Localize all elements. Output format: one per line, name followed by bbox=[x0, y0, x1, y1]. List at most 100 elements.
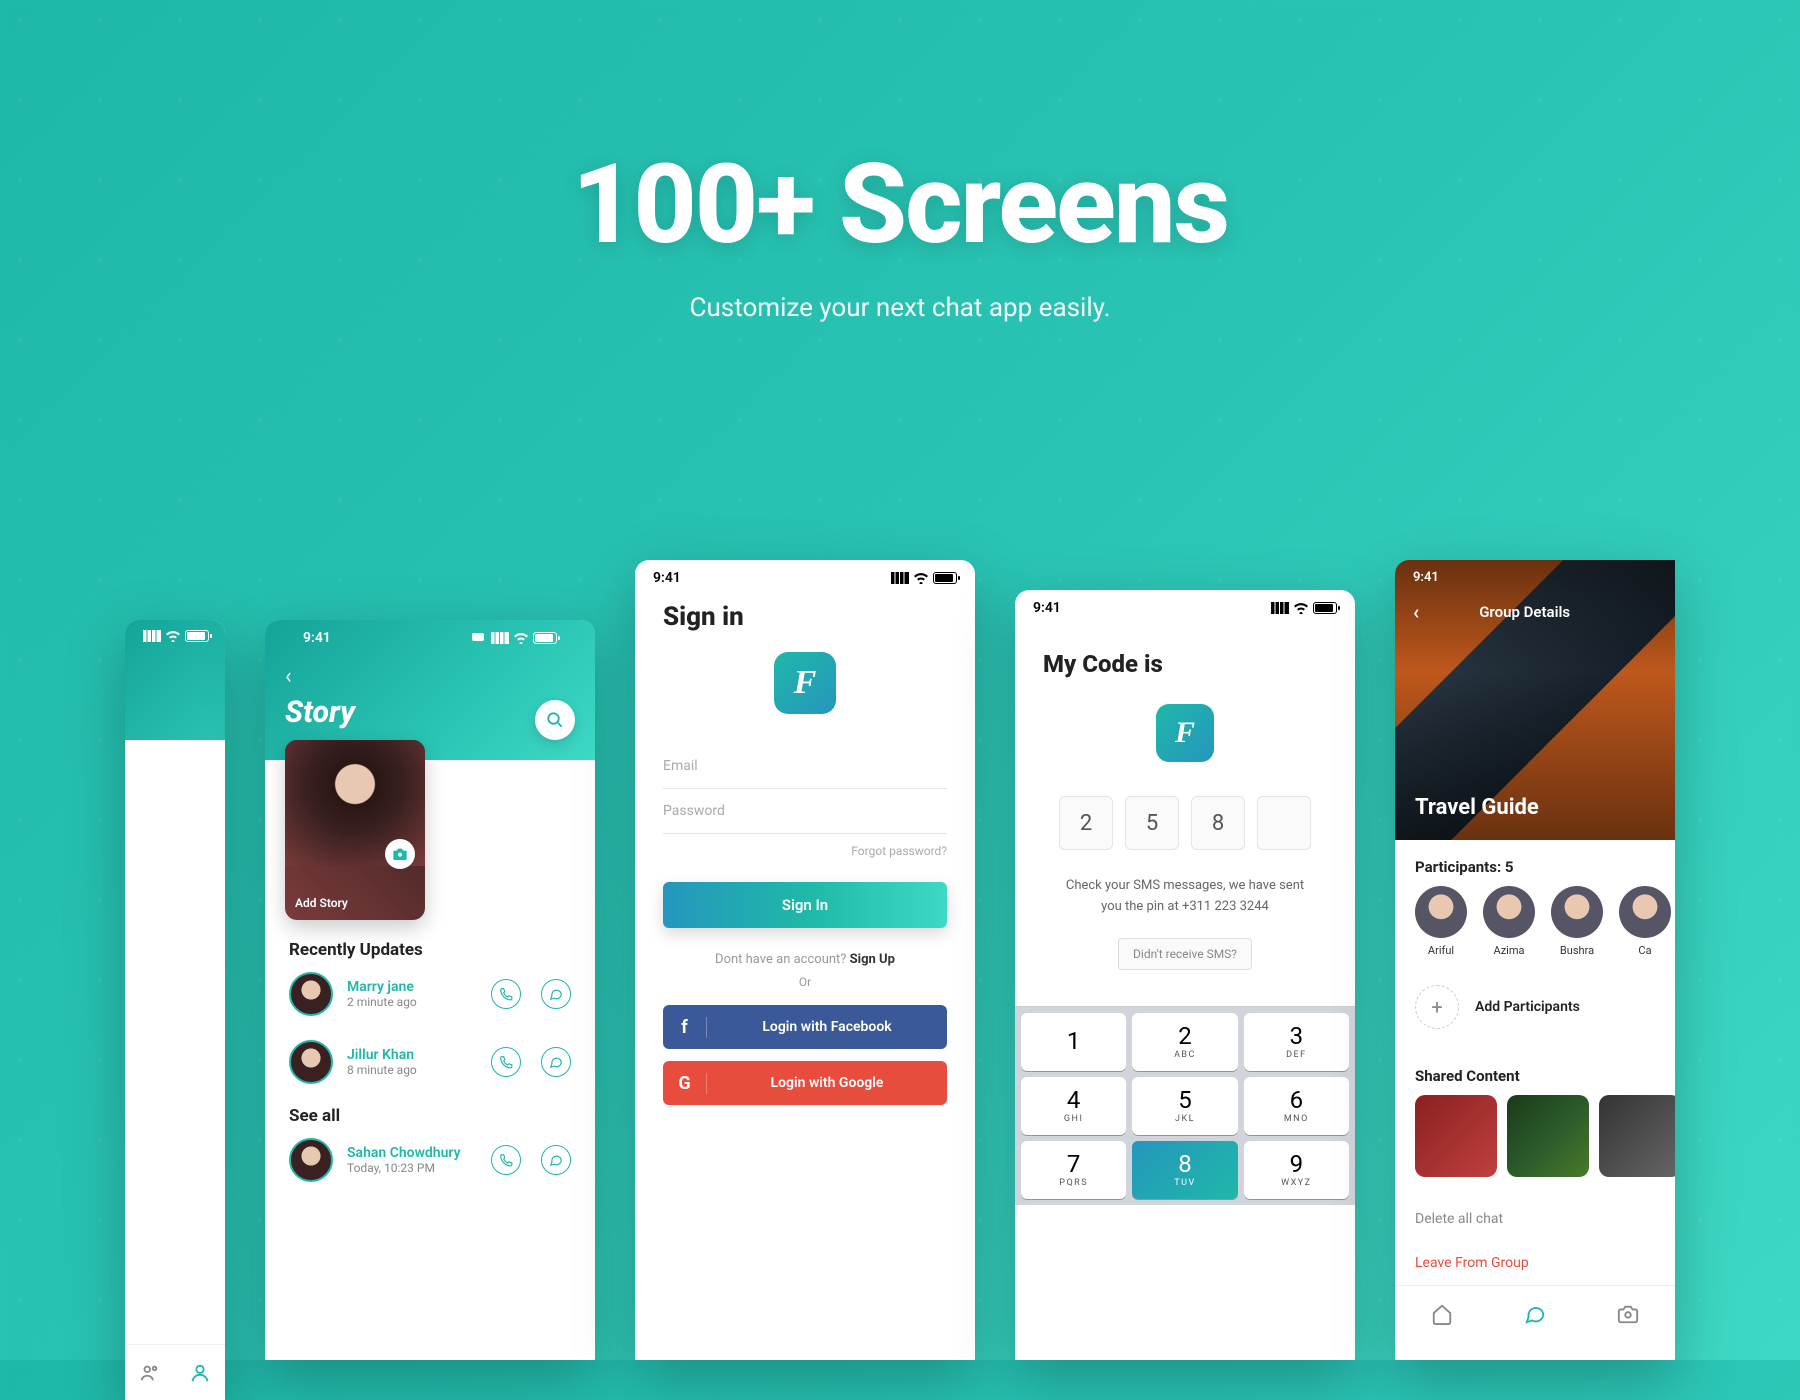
person-icon[interactable] bbox=[189, 1362, 211, 1384]
participant[interactable]: Azima bbox=[1483, 886, 1535, 957]
app-logo: F bbox=[774, 652, 836, 714]
password-field[interactable]: Password bbox=[663, 789, 947, 834]
back-icon[interactable]: ‹ bbox=[285, 664, 292, 689]
back-icon[interactable]: ‹ bbox=[1413, 600, 1419, 624]
key-1[interactable]: 1 bbox=[1021, 1013, 1126, 1071]
or-divider: Or bbox=[635, 975, 975, 989]
signup-link[interactable]: Sign Up bbox=[850, 952, 895, 967]
recently-updates-heading: Recently Updates bbox=[265, 940, 595, 960]
shared-thumb[interactable] bbox=[1415, 1095, 1497, 1177]
key-8[interactable]: 8TUV bbox=[1132, 1141, 1237, 1199]
key-2[interactable]: 2ABC bbox=[1132, 1013, 1237, 1071]
story-title: Story bbox=[285, 695, 575, 730]
see-all-heading[interactable]: See all bbox=[265, 1106, 595, 1126]
add-participants-button[interactable]: + Add Participants bbox=[1395, 977, 1675, 1049]
chat-button[interactable] bbox=[541, 979, 571, 1009]
people-icon[interactable] bbox=[139, 1362, 161, 1384]
facebook-icon: f bbox=[663, 1017, 707, 1038]
contact-name: Marry jane bbox=[347, 979, 471, 995]
resend-sms-button[interactable]: Didn't receive SMS? bbox=[1118, 938, 1252, 970]
avatar bbox=[289, 1040, 333, 1084]
participant[interactable]: Bushra bbox=[1551, 886, 1603, 957]
status-time: 9:41 bbox=[1413, 570, 1439, 585]
participant[interactable]: Ca bbox=[1619, 886, 1671, 957]
key-4[interactable]: 4GHI bbox=[1021, 1077, 1126, 1135]
avatar bbox=[289, 1138, 333, 1182]
code-title: My Code is bbox=[1043, 650, 1327, 678]
add-story-label: Add Story bbox=[295, 896, 348, 910]
status-icons bbox=[891, 572, 957, 584]
contact-time: Today, 10:23 PM bbox=[347, 1161, 471, 1175]
phone-code: 9:41 My Code is F 2 5 8 Check your SMS m… bbox=[1015, 590, 1355, 1360]
story-row[interactable]: Marry jane 2 minute ago bbox=[265, 960, 595, 1028]
phone-signin: 9:41 Sign in F Email Password Forgot pas… bbox=[635, 560, 975, 1360]
leave-group-link[interactable]: Leave From Group bbox=[1395, 1241, 1675, 1285]
chat-icon[interactable] bbox=[1524, 1303, 1546, 1325]
signup-note: Dont have an account? Sign Up bbox=[635, 952, 975, 967]
key-9[interactable]: 9WXYZ bbox=[1244, 1141, 1349, 1199]
code-digit[interactable]: 2 bbox=[1059, 796, 1113, 850]
hero-section: 100+ Screens Customize your next chat ap… bbox=[0, 0, 1800, 323]
google-login-button[interactable]: G Login with Google bbox=[663, 1061, 947, 1105]
facebook-login-button[interactable]: f Login with Facebook bbox=[663, 1005, 947, 1049]
shared-thumb[interactable] bbox=[1507, 1095, 1589, 1177]
group-title: Travel Guide bbox=[1415, 795, 1539, 820]
shared-thumbnails bbox=[1395, 1095, 1675, 1197]
status-icons bbox=[471, 632, 557, 644]
search-button[interactable] bbox=[535, 700, 575, 740]
code-digit[interactable]: 8 bbox=[1191, 796, 1245, 850]
group-header: Group Details bbox=[1479, 603, 1570, 621]
contact-time: 8 minute ago bbox=[347, 1063, 471, 1077]
story-row[interactable]: Jillur Khan 8 minute ago bbox=[265, 1028, 595, 1096]
email-field[interactable]: Email bbox=[663, 744, 947, 789]
add-story-card[interactable]: Add Story bbox=[285, 740, 425, 920]
group-hero-image: 9:41 ‹ Group Details Travel Guide bbox=[1395, 560, 1675, 840]
call-button[interactable] bbox=[491, 1145, 521, 1175]
plus-icon: + bbox=[1415, 985, 1459, 1029]
shared-content-heading: Shared Content bbox=[1395, 1049, 1675, 1095]
key-7[interactable]: 7PQRS bbox=[1021, 1141, 1126, 1199]
code-digit[interactable] bbox=[1257, 796, 1311, 850]
hero-title: 100+ Screens bbox=[0, 140, 1800, 269]
contact-time: 2 minute ago bbox=[347, 995, 471, 1009]
code-input-boxes: 2 5 8 bbox=[1015, 796, 1355, 850]
status-time: 9:41 bbox=[1033, 600, 1061, 616]
contact-name: Sahan Chowdhury bbox=[347, 1145, 471, 1161]
code-digit[interactable]: 5 bbox=[1125, 796, 1179, 850]
key-6[interactable]: 6MNO bbox=[1244, 1077, 1349, 1135]
bottom-nav bbox=[125, 1344, 225, 1400]
app-logo: F bbox=[1156, 704, 1214, 762]
call-button[interactable] bbox=[491, 979, 521, 1009]
call-button[interactable] bbox=[491, 1047, 521, 1077]
story-row[interactable]: Sahan Chowdhury Today, 10:23 PM bbox=[265, 1126, 595, 1194]
participant[interactable]: Ariful bbox=[1415, 886, 1467, 957]
numeric-keypad: 1 2ABC 3DEF 4GHI 5JKL 6MNO 7PQRS 8TUV 9W… bbox=[1015, 1006, 1355, 1205]
phone-leftpartial bbox=[125, 620, 225, 1400]
camera-icon[interactable] bbox=[385, 839, 415, 869]
status-time: 9:41 bbox=[653, 570, 681, 586]
status-time: 9:41 bbox=[303, 630, 331, 646]
status-icons bbox=[1271, 602, 1337, 614]
bottom-nav bbox=[1395, 1285, 1675, 1341]
hero-subtitle: Customize your next chat app easily. bbox=[0, 293, 1800, 323]
avatar bbox=[289, 972, 333, 1016]
chat-button[interactable] bbox=[541, 1047, 571, 1077]
forgot-password-link[interactable]: Forgot password? bbox=[663, 844, 947, 858]
shared-thumb[interactable] bbox=[1599, 1095, 1675, 1177]
key-3[interactable]: 3DEF bbox=[1244, 1013, 1349, 1071]
camera-icon[interactable] bbox=[1617, 1303, 1639, 1325]
wifi-icon bbox=[513, 632, 529, 644]
wifi-icon bbox=[165, 630, 181, 642]
wifi-icon bbox=[1293, 602, 1309, 614]
participants-list: Ariful Azima Bushra Ca bbox=[1395, 886, 1675, 977]
status-icons bbox=[143, 630, 209, 642]
code-message: Check your SMS messages, we have sent yo… bbox=[1015, 876, 1355, 918]
key-5[interactable]: 5JKL bbox=[1132, 1077, 1237, 1135]
chat-button[interactable] bbox=[541, 1145, 571, 1175]
participants-heading: Participants: 5 bbox=[1395, 840, 1675, 886]
signin-button[interactable]: Sign In bbox=[663, 882, 947, 928]
home-icon[interactable] bbox=[1431, 1303, 1453, 1325]
delete-chat-link[interactable]: Delete all chat bbox=[1395, 1197, 1675, 1241]
chat-icon bbox=[471, 632, 487, 644]
signin-title: Sign in bbox=[663, 602, 947, 632]
